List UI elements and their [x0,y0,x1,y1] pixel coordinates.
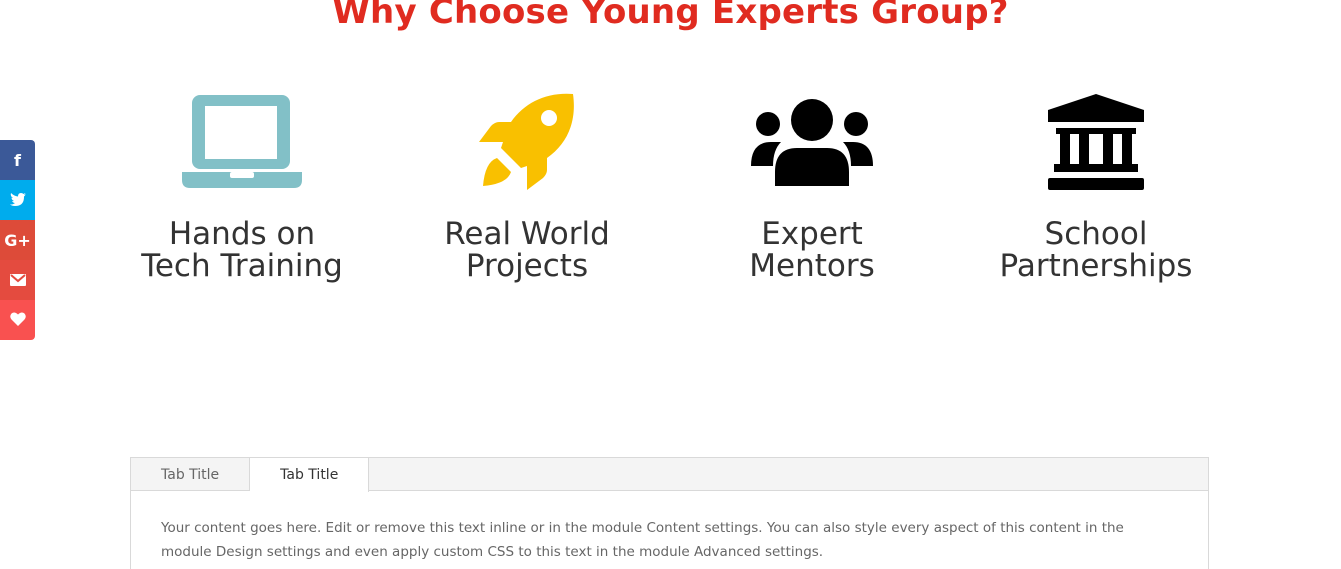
twitter-icon [9,191,26,210]
feature-expert-mentors: Expert Mentors [687,92,937,282]
twitter-share-button[interactable] [0,180,35,220]
tabs-module: Tab Title Tab Title Your content goes he… [130,457,1209,569]
social-share-bar: f G+ [0,140,35,340]
google-plus-share-button[interactable]: G+ [0,220,35,260]
facebook-icon: f [14,150,21,170]
favorite-share-button[interactable] [0,300,35,340]
page-title: Why Choose Young Experts Group? [332,0,1009,32]
tab-1[interactable]: Tab Title [131,458,251,491]
tab-bar: Tab Title Tab Title [131,458,1208,492]
tab-content: Your content goes here. Edit or remove t… [161,520,1124,560]
google-plus-icon: G+ [4,230,31,250]
laptop-icon [117,92,367,194]
feature-title-line2: Tech Training [141,248,343,284]
email-share-button[interactable] [0,260,35,300]
feature-real-world-projects: Real World Projects [402,92,652,282]
feature-title-line1: Hands on [168,216,316,252]
feature-hands-on-tech-training: Hands on Tech Training [117,92,367,282]
tab-2-active[interactable]: Tab Title [250,458,370,492]
users-icon [687,92,937,194]
feature-title-line1: Real World [444,216,610,252]
feature-title-line2: Projects [465,248,589,284]
rocket-icon [402,92,652,194]
institution-icon [971,92,1221,194]
feature-school-partnerships: School Partnerships [971,92,1221,282]
feature-title-line2: Mentors [749,248,875,284]
email-icon [9,271,26,290]
feature-title-line1: Expert [761,216,863,252]
feature-title-line1: School [1044,216,1148,252]
feature-title-line2: Partnerships [999,248,1193,284]
facebook-share-button[interactable]: f [0,140,35,180]
heart-icon [9,311,26,330]
